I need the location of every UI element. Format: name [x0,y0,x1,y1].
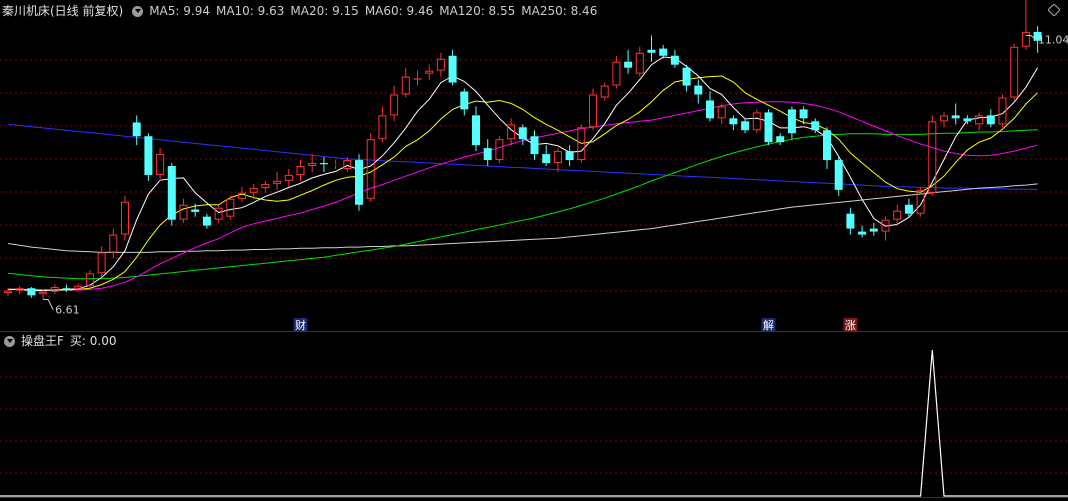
candle-up [436,58,445,71]
candle-down [823,130,831,161]
high-label: 11.04 [1038,33,1068,46]
candle-down [951,115,960,119]
candle-down [846,213,855,229]
candle-up [179,204,188,220]
low-marker [43,299,54,310]
candle-down [764,112,773,143]
candle-down [319,163,328,165]
candle-up [226,198,235,217]
candle-down [799,109,808,119]
candle-up [893,210,902,220]
candle-down [869,228,878,232]
candle-up [39,291,48,295]
candle-up [109,234,118,253]
indicator-line [0,349,1068,497]
candle-up [553,151,562,164]
candle-up [343,160,352,169]
candle-down [27,288,36,296]
candle-down [811,121,820,131]
candle-up [390,94,399,116]
ma60-line [7,129,1038,280]
candle-down [460,91,469,110]
candle-up [296,166,305,175]
candle-down [62,288,71,290]
candle-down [986,115,995,125]
low-label: 6.61 [55,304,80,317]
ma10-line [8,75,1038,291]
candlestick-chart: 11.04 6.61 财 解 涨 [0,0,1068,498]
candle-down [858,231,867,235]
candle-up [752,112,761,131]
candle-up [121,201,129,235]
candle-down [647,49,656,53]
candle-down [963,118,972,122]
candle-down [530,136,539,155]
event-marker: 解 [763,318,774,332]
candle-up [273,180,282,184]
candle-down [834,160,843,190]
event-marker: 涨 [845,319,856,332]
candle-up [308,163,317,167]
candle-down [624,61,633,68]
candle-down [659,48,668,56]
candle-up [717,106,726,119]
candle-up [284,174,293,181]
candle-down [448,55,457,83]
candle-down [483,148,492,161]
candle-down [682,67,691,86]
candle-down [694,85,703,95]
candle-down [670,55,679,65]
candle-up [4,290,12,293]
candle-up [261,183,270,189]
candle-down [542,154,551,164]
candle-down [518,127,527,140]
candle-down [706,100,714,119]
candle-down [729,118,738,125]
ma5-line [8,56,1039,292]
candle-up [612,61,621,86]
candle-up [600,85,609,98]
candle-up [156,154,165,175]
candle-up [97,252,106,274]
event-marker: 财 [295,318,306,332]
candle-up [401,76,410,95]
ma120-line [7,183,1038,253]
candle-up [425,70,434,74]
candle-up [495,139,504,161]
candle-down [904,204,913,214]
candle-down [202,216,211,226]
candle-up [378,115,387,140]
candle-down [741,121,750,131]
candle-down [144,136,153,175]
candle-up [589,94,597,128]
candle-up [975,115,984,125]
candle-down [355,160,363,205]
candle-up [1021,31,1030,47]
candle-down [132,122,141,137]
candle-down [472,115,480,146]
candle-down [776,136,785,143]
candle-down [787,109,796,134]
candle-up [635,52,644,74]
candle-up [1010,46,1019,98]
candle-down [191,209,200,212]
candle-down [565,151,574,161]
candle-up [940,115,948,122]
candle-down [167,166,176,220]
